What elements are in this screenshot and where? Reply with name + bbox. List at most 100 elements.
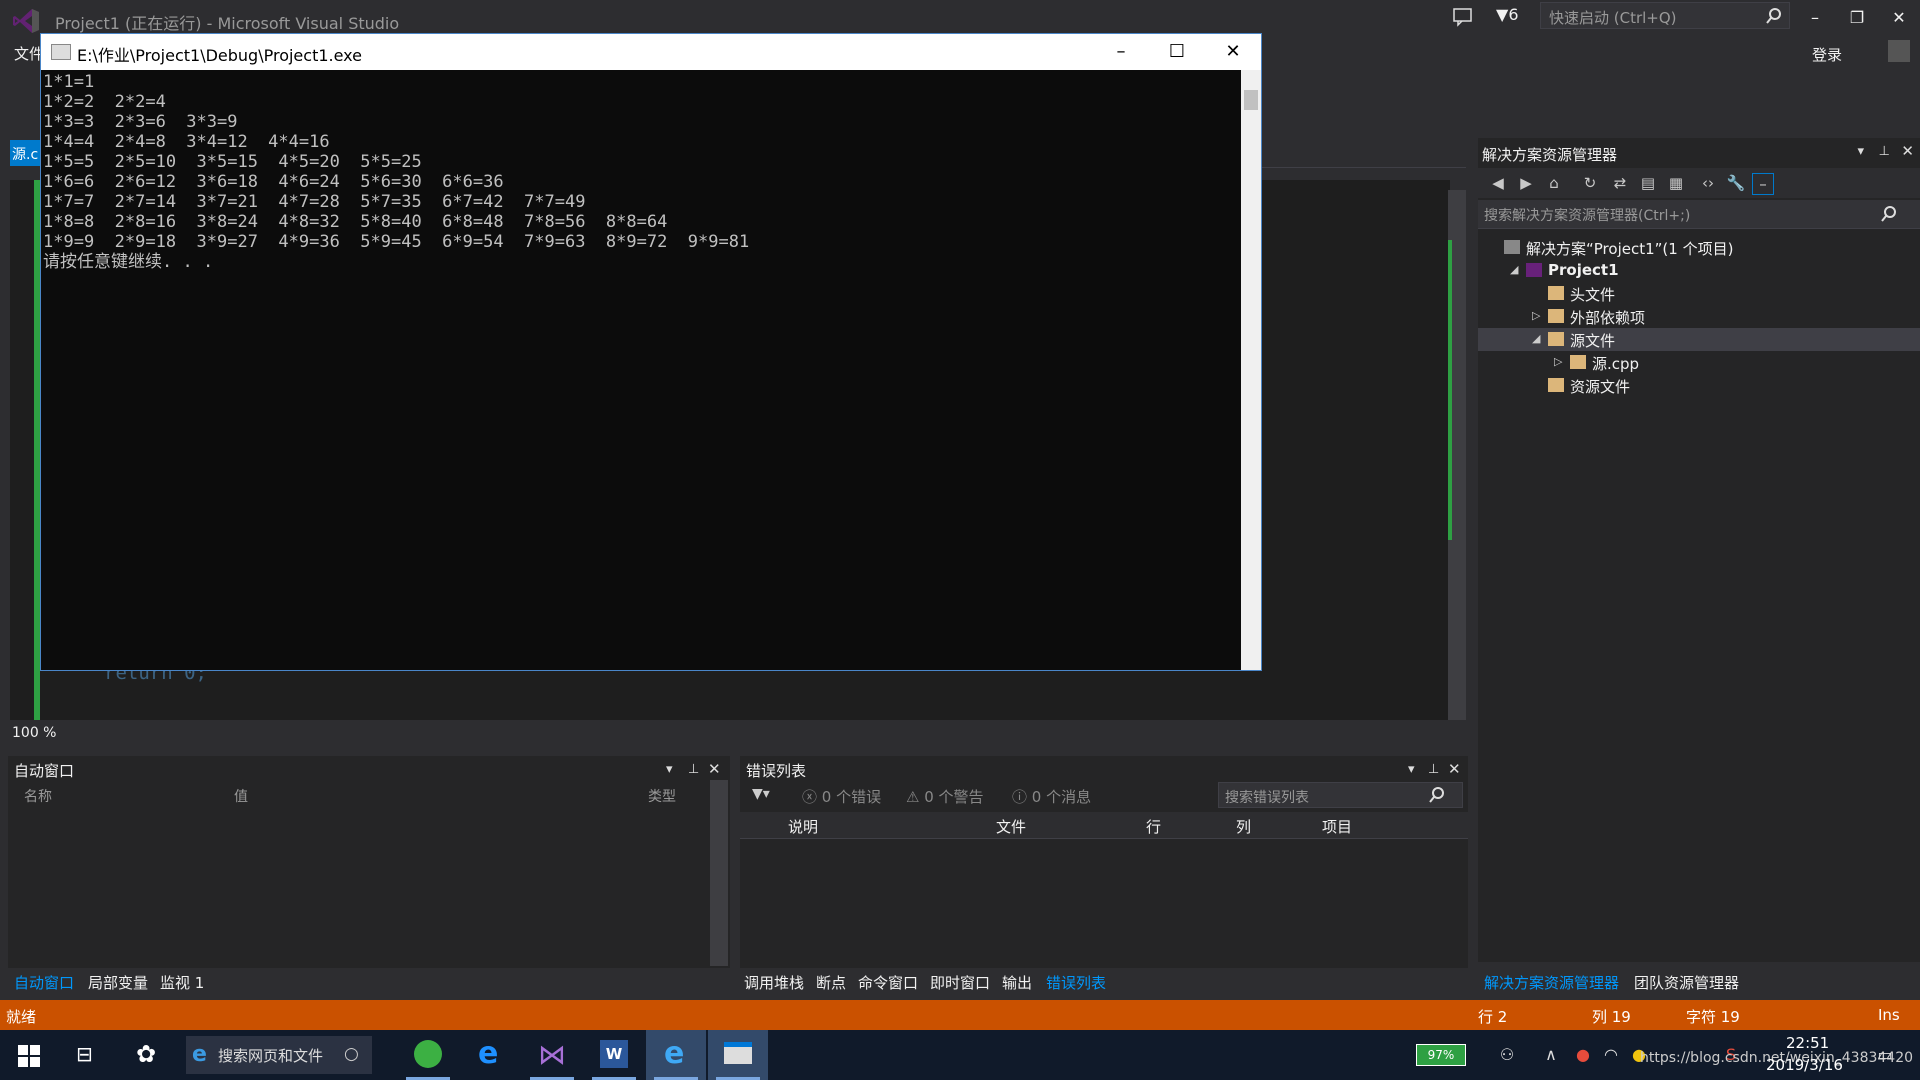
column-header-description[interactable]: 说明 — [788, 816, 818, 837]
console-title-bar[interactable]: E:\作业\Project1\Debug\Project1.exe – ☐ ✕ — [41, 34, 1261, 70]
autos-scrollbar[interactable] — [710, 780, 728, 966]
taskbar-browser-360[interactable] — [398, 1030, 458, 1080]
taskbar-edge[interactable]: e — [460, 1030, 520, 1080]
clock-time[interactable]: 22:51 — [1786, 1034, 1829, 1052]
panel-dropdown-icon[interactable]: ▾ — [666, 762, 673, 777]
solution-explorer-search[interactable]: 搜索解决方案资源管理器(Ctrl+;) — [1478, 200, 1920, 229]
tab-team-explorer[interactable]: 团队资源管理器 — [1634, 972, 1739, 993]
forward-icon[interactable]: ▶ — [1516, 173, 1536, 193]
tree-item[interactable]: 资源文件 — [1478, 374, 1920, 397]
panel-close-icon[interactable]: ✕ — [1901, 142, 1914, 160]
tree-item[interactable]: ◢ Project1 — [1478, 259, 1920, 282]
battery-indicator[interactable]: 97% — [1416, 1044, 1466, 1066]
qq-icon[interactable]: ● — [1572, 1044, 1594, 1066]
column-header-line[interactable]: 行 — [1146, 816, 1161, 837]
tab-error-list[interactable]: 错误列表 — [1046, 972, 1106, 993]
warnings-filter-button[interactable]: ⚠ 0 个警告 — [906, 786, 984, 807]
minimize-icon[interactable]: – — [1800, 6, 1830, 30]
panel-close-icon[interactable]: ✕ — [708, 760, 721, 778]
tab-breakpoints[interactable]: 断点 — [816, 972, 846, 993]
taskbar-console[interactable] — [708, 1030, 768, 1080]
close-icon[interactable]: ✕ — [1884, 6, 1914, 30]
windows-start-icon[interactable] — [18, 1045, 40, 1067]
tab-call-stack[interactable]: 调用堆栈 — [744, 972, 804, 993]
column-header-column[interactable]: 列 — [1236, 816, 1251, 837]
task-view-icon[interactable]: ⊟ — [76, 1042, 93, 1066]
action-center-icon[interactable]: ▭ — [1874, 1044, 1896, 1066]
tree-item[interactable]: ▷ 源.cpp — [1478, 351, 1920, 374]
editor-tab-source[interactable]: 源.c — [10, 140, 44, 166]
quick-launch-input[interactable]: 快速启动 (Ctrl+Q) — [1540, 2, 1790, 29]
error-icon: ⓧ — [802, 788, 822, 806]
show-all-files-icon[interactable]: ▦ — [1666, 173, 1686, 193]
tree-expander-icon[interactable]: ◢ — [1532, 332, 1544, 345]
preview-icon[interactable]: – — [1752, 173, 1774, 195]
tab-autos[interactable]: 自动窗口 — [14, 972, 74, 993]
warnings-count: 0 个警告 — [924, 788, 984, 806]
restore-icon[interactable]: ❐ — [1842, 6, 1872, 30]
tree-expander-icon[interactable]: ◢ — [1510, 263, 1522, 276]
console-window[interactable]: E:\作业\Project1\Debug\Project1.exe – ☐ ✕ … — [40, 33, 1262, 671]
tree-item[interactable]: ◢ 源文件 — [1478, 328, 1920, 351]
error-list-search[interactable]: 搜索错误列表 — [1218, 782, 1463, 808]
console-line: 1*2=2 2*2=4 — [43, 92, 166, 112]
column-header-value[interactable]: 值 — [234, 786, 248, 806]
app-icon[interactable]: ✿ — [136, 1040, 156, 1068]
account-icon[interactable] — [1888, 40, 1910, 62]
column-header-type[interactable]: 类型 — [648, 786, 676, 806]
home-icon[interactable]: ⌂ — [1544, 173, 1564, 193]
tab-solution-explorer[interactable]: 解决方案资源管理器 — [1484, 972, 1619, 993]
sign-in-link[interactable]: 登录 — [1812, 44, 1842, 65]
pin-icon[interactable]: ⊥ — [688, 762, 699, 777]
zoom-level-dropdown[interactable]: 100 % — [12, 725, 56, 741]
tab-watch-1[interactable]: 监视 1 — [160, 972, 204, 993]
console-scrollbar[interactable] — [1241, 70, 1261, 670]
column-header-project[interactable]: 项目 — [1322, 816, 1352, 837]
taskbar-ie[interactable]: e — [646, 1030, 706, 1080]
sync-icon[interactable]: ⇄ — [1610, 173, 1630, 193]
search-icon[interactable] — [1428, 786, 1446, 804]
back-icon[interactable]: ◀ — [1488, 173, 1508, 193]
pin-icon[interactable]: ⊥ — [1879, 144, 1890, 159]
messages-filter-button[interactable]: ⓘ 0 个消息 — [1012, 786, 1091, 807]
wifi-icon[interactable]: ◠ — [1600, 1044, 1622, 1066]
tree-expander-icon[interactable]: ▷ — [1532, 309, 1544, 322]
panel-dropdown-icon[interactable]: ▾ — [1408, 762, 1415, 777]
tab-command-window[interactable]: 命令窗口 — [858, 972, 918, 993]
taskbar-search-box[interactable]: e 搜索网页和文件 ○ — [186, 1036, 372, 1074]
errors-filter-button[interactable]: ⓧ 0 个错误 — [802, 786, 881, 807]
pin-icon[interactable]: ⊥ — [1428, 762, 1439, 777]
properties-icon[interactable]: 🔧 — [1726, 173, 1746, 193]
panel-dropdown-icon[interactable]: ▾ — [1857, 144, 1864, 159]
clock-date[interactable]: 2019/3/16 — [1766, 1056, 1843, 1074]
tab-output[interactable]: 输出 — [1002, 972, 1032, 993]
tab-immediate-window[interactable]: 即时窗口 — [930, 972, 990, 993]
search-icon[interactable] — [1765, 7, 1783, 25]
search-icon[interactable] — [1880, 205, 1898, 223]
column-header-name[interactable]: 名称 — [24, 786, 52, 806]
navigation-dropdown[interactable] — [1260, 145, 1466, 168]
panel-close-icon[interactable]: ✕ — [1448, 760, 1461, 778]
history-icon[interactable]: ↻ — [1580, 173, 1600, 193]
show-hidden-icons-icon[interactable]: ∧ — [1540, 1044, 1562, 1066]
console-close-icon[interactable]: ✕ — [1205, 34, 1261, 70]
taskbar-word[interactable]: W — [584, 1030, 644, 1080]
view-code-icon[interactable]: ‹› — [1698, 173, 1718, 193]
feedback-icon[interactable] — [1452, 6, 1474, 28]
filter-icon[interactable]: ▼▾ — [752, 786, 770, 802]
console-output-text: 1*1=1 1*2=2 2*2=4 1*3=3 2*3=6 3*3=9 1*4=… — [43, 72, 749, 272]
notifications-button[interactable]: ▼6 — [1496, 5, 1519, 24]
tree-item[interactable]: 头文件 — [1478, 282, 1920, 305]
console-minimize-icon[interactable]: – — [1093, 34, 1149, 70]
taskbar-visual-studio[interactable]: ⋈ — [522, 1030, 582, 1080]
tree-item[interactable]: ▷ 外部依赖项 — [1478, 305, 1920, 328]
console-maximize-icon[interactable]: ☐ — [1149, 34, 1205, 70]
column-header-file[interactable]: 文件 — [996, 816, 1026, 837]
console-scroll-thumb[interactable] — [1244, 90, 1258, 110]
tab-locals[interactable]: 局部变量 — [88, 972, 148, 993]
error-list-title: 错误列表 — [746, 762, 807, 780]
people-icon[interactable]: ⚇ — [1496, 1044, 1518, 1066]
collapse-all-icon[interactable]: ▤ — [1638, 173, 1658, 193]
tree-item[interactable]: 解决方案“Project1”(1 个项目) — [1478, 236, 1920, 259]
tree-expander-icon[interactable]: ▷ — [1554, 355, 1566, 368]
